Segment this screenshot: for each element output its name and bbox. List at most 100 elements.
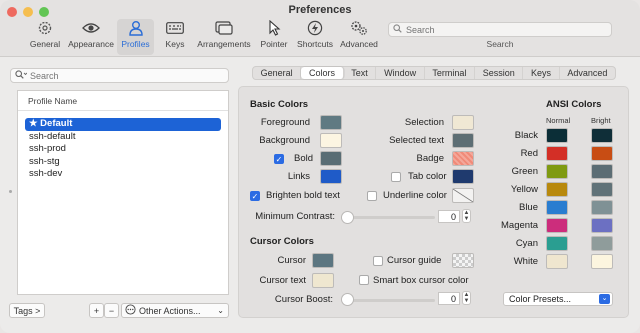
ansi-normal-magenta-swatch[interactable] <box>546 218 568 233</box>
cursor-guide-checkbox[interactable] <box>373 256 383 266</box>
ansi-normal-black-swatch[interactable] <box>546 128 568 143</box>
star-icon: ★ <box>29 118 38 129</box>
toolbar-search-input[interactable] <box>406 24 596 35</box>
toolbar-appearance[interactable]: Appearance <box>67 19 115 55</box>
normal-column-header: Normal <box>546 116 571 125</box>
profile-row[interactable]: ssh-dev <box>25 168 221 181</box>
profile-search[interactable] <box>10 68 229 83</box>
links-label: Links <box>287 171 310 182</box>
background-swatch[interactable] <box>320 133 342 148</box>
ansi-bright-blue-swatch[interactable] <box>591 200 613 215</box>
search-icon <box>15 69 28 82</box>
selection-swatch[interactable] <box>452 115 474 130</box>
other-actions-menu[interactable]: Other Actions... ⌄ <box>121 303 229 318</box>
toolbar-search[interactable] <box>388 22 612 37</box>
ansi-label-blue: Blue <box>518 202 538 213</box>
toolbar-shortcuts[interactable]: Shortcuts <box>295 19 335 55</box>
minimum-contrast-track[interactable] <box>343 216 435 219</box>
bold-checkbox[interactable]: ✓ <box>274 154 284 164</box>
split-view-handle[interactable] <box>9 190 12 193</box>
cursor-boost-stepper[interactable]: ▲ ▼ <box>462 291 471 305</box>
ansi-label-magenta: Magenta <box>501 220 538 231</box>
profile-row[interactable]: ssh-default <box>25 131 221 144</box>
cursor-boost-track[interactable] <box>343 299 435 302</box>
chevron-down-icon: ⌄ <box>599 294 610 304</box>
remove-profile-button[interactable]: − <box>104 303 119 318</box>
toolbar-profiles[interactable]: Profiles <box>117 19 154 55</box>
ansi-bright-cyan-swatch[interactable] <box>591 236 613 251</box>
toolbar-arrangements[interactable]: Arrangements <box>196 19 252 55</box>
ansi-normal-cyan-swatch[interactable] <box>546 236 568 251</box>
tab-color-swatch[interactable] <box>452 169 474 184</box>
chevron-down-icon: ⌄ <box>217 306 224 315</box>
profile-name-header[interactable]: Profile Name <box>18 91 228 111</box>
toolbar-advanced[interactable]: Advanced <box>339 19 379 55</box>
ansi-label-black: Black <box>514 130 538 141</box>
tab-advanced[interactable]: Advanced <box>560 67 615 79</box>
toolbar-pointer[interactable]: Pointer <box>258 19 290 55</box>
minimum-contrast-field[interactable]: 0 <box>438 210 460 223</box>
toolbar-general[interactable]: General <box>26 19 64 55</box>
colors-panel: Basic Colors Foreground Background ✓ Bol… <box>238 86 629 318</box>
color-presets-popup[interactable]: Color Presets... ⌄ <box>503 292 613 306</box>
profile-row-default[interactable]: ★ Default <box>25 118 221 131</box>
profile-row[interactable]: ssh-prod <box>25 143 221 156</box>
underline-color-swatch[interactable] <box>452 188 474 203</box>
tab-terminal[interactable]: Terminal <box>425 67 476 79</box>
links-swatch[interactable] <box>320 169 342 184</box>
ansi-bright-black-swatch[interactable] <box>591 128 613 143</box>
ansi-bright-green-swatch[interactable] <box>591 164 613 179</box>
ansi-bright-yellow-swatch[interactable] <box>591 182 613 197</box>
tab-color-checkbox[interactable] <box>391 172 401 182</box>
toolbar-keys-label: Keys <box>165 39 185 49</box>
ansi-bright-magenta-swatch[interactable] <box>591 218 613 233</box>
bold-swatch[interactable] <box>320 151 342 166</box>
tags-button[interactable]: Tags > <box>9 303 45 318</box>
cursor-guide-swatch[interactable] <box>452 253 474 268</box>
foreground-swatch[interactable] <box>320 115 342 130</box>
toolbar-general-label: General <box>29 39 61 49</box>
ansi-normal-white-swatch[interactable] <box>546 254 568 269</box>
cursor-boost-field[interactable]: 0 <box>438 292 460 305</box>
tab-keys[interactable]: Keys <box>523 67 560 79</box>
smart-box-cursor-label: Smart box cursor color <box>373 275 469 286</box>
toolbar-keys[interactable]: Keys <box>160 19 190 55</box>
minimum-contrast-label: Minimum Contrast: <box>255 211 335 222</box>
brighten-bold-checkbox[interactable]: ✓ <box>250 191 260 201</box>
cursor-boost-slider[interactable] <box>341 293 354 306</box>
selected-text-label: Selected text <box>389 135 444 146</box>
profile-search-input[interactable] <box>30 70 220 81</box>
cursor-swatch[interactable] <box>312 253 334 268</box>
preferences-window: Preferences General Appearance Profiles … <box>0 0 640 333</box>
tab-general[interactable]: General <box>253 67 302 79</box>
eye-icon <box>81 19 101 37</box>
ansi-bright-white-swatch[interactable] <box>591 254 613 269</box>
tab-color-label: Tab color <box>408 171 447 182</box>
ellipsis-circle-icon <box>125 304 136 317</box>
brighten-bold-label: Brighten bold text <box>266 190 340 201</box>
cursor-text-swatch[interactable] <box>312 273 334 288</box>
cursor-colors-title: Cursor Colors <box>250 236 314 247</box>
smart-box-cursor-checkbox[interactable] <box>359 275 369 285</box>
ansi-bright-red-swatch[interactable] <box>591 146 613 161</box>
person-icon <box>126 19 146 37</box>
tab-session[interactable]: Session <box>475 67 524 79</box>
ansi-label-red: Red <box>520 148 538 159</box>
background-label: Background <box>259 135 310 146</box>
minimum-contrast-slider[interactable] <box>341 211 354 224</box>
gears-icon <box>349 19 369 37</box>
tab-window[interactable]: Window <box>376 67 425 79</box>
ansi-normal-yellow-swatch[interactable] <box>546 182 568 197</box>
ansi-normal-blue-swatch[interactable] <box>546 200 568 215</box>
profile-row[interactable]: ssh-stg <box>25 156 221 169</box>
add-profile-button[interactable]: + <box>89 303 104 318</box>
minimum-contrast-stepper[interactable]: ▲ ▼ <box>462 209 471 223</box>
tab-colors[interactable]: Colors <box>301 67 344 79</box>
selected-text-swatch[interactable] <box>452 133 474 148</box>
badge-swatch[interactable] <box>452 151 474 166</box>
tab-text[interactable]: Text <box>344 67 377 79</box>
ansi-normal-green-swatch[interactable] <box>546 164 568 179</box>
underline-color-checkbox[interactable] <box>367 191 377 201</box>
gear-icon <box>35 19 55 37</box>
ansi-normal-red-swatch[interactable] <box>546 146 568 161</box>
